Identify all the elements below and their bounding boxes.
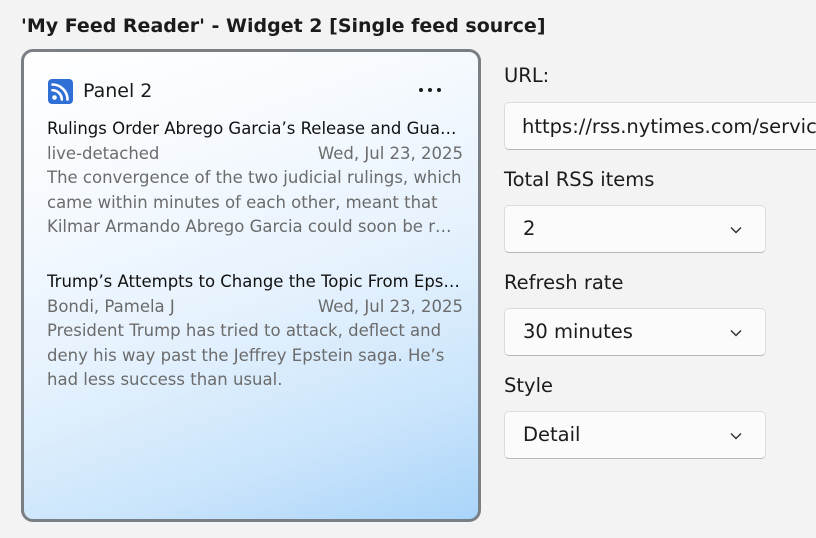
feed-item-author: Bondi, Pamela J — [47, 297, 175, 316]
feed-item[interactable]: Rulings Order Abrego Garcia’s Release an… — [47, 116, 463, 240]
feed-item-description: President Trump has tried to attack, def… — [47, 321, 445, 390]
panel-name: Panel 2 — [83, 80, 153, 102]
chevron-down-icon — [730, 432, 742, 440]
widget-header: Panel 2 — [48, 77, 152, 105]
feed-item-title[interactable]: Trump’s Attempts to Change the Topic Fro… — [47, 269, 463, 294]
style-dropdown[interactable]: Detail — [504, 411, 766, 459]
feed-item-title[interactable]: Rulings Order Abrego Garcia’s Release an… — [47, 116, 463, 141]
feed-item-meta: Bondi, Pamela J Wed, Jul 23, 2025 — [47, 294, 463, 319]
rss-icon — [48, 78, 73, 104]
total-rss-items-dropdown[interactable]: 2 — [504, 205, 766, 253]
refresh-rate-label: Refresh rate — [504, 271, 624, 294]
feed-item-author: live-detached — [47, 144, 160, 163]
ellipsis-icon — [419, 88, 423, 92]
url-input[interactable] — [504, 102, 816, 150]
chevron-down-icon — [730, 329, 742, 337]
style-value: Detail — [523, 423, 581, 446]
total-rss-items-value: 2 — [523, 217, 536, 240]
more-options-button[interactable] — [412, 78, 448, 102]
feed-item-date: Wed, Jul 23, 2025 — [317, 297, 463, 316]
refresh-rate-value: 30 minutes — [523, 320, 633, 343]
feed-item-meta: live-detached Wed, Jul 23, 2025 — [47, 141, 463, 166]
style-label: Style — [504, 374, 553, 397]
feed-item-description: The convergence of the two judicial ruli… — [47, 168, 462, 237]
page-title: 'My Feed Reader' - Widget 2 [Single feed… — [21, 15, 546, 37]
feed-widget-panel: Panel 2 Rulings Order Abrego Garcia’s Re… — [21, 49, 481, 522]
refresh-rate-dropdown[interactable]: 30 minutes — [504, 308, 766, 356]
ellipsis-dot — [437, 88, 441, 92]
total-rss-items-label: Total RSS items — [504, 168, 655, 191]
ellipsis-dot — [428, 88, 432, 92]
url-label: URL: — [504, 64, 550, 87]
feed-item-date: Wed, Jul 23, 2025 — [317, 144, 463, 163]
chevron-down-icon — [730, 226, 742, 234]
feed-item[interactable]: Trump’s Attempts to Change the Topic Fro… — [47, 269, 463, 393]
